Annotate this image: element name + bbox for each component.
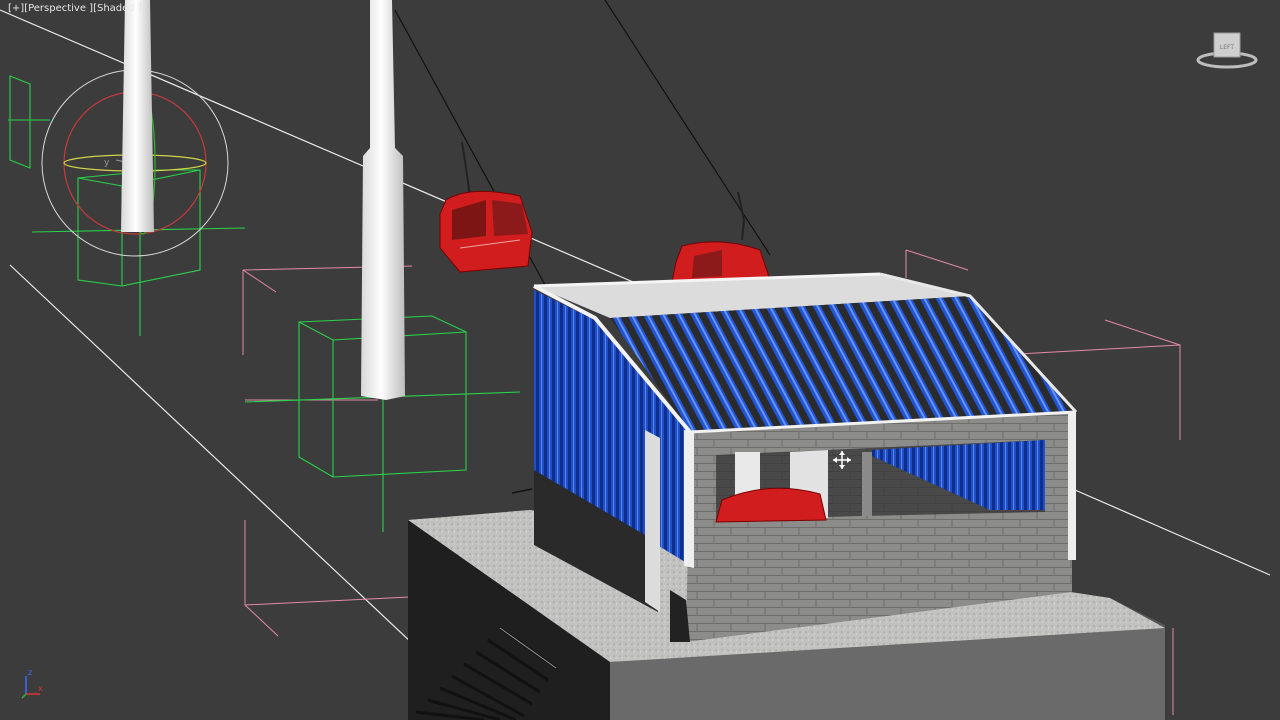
- gizmo-y-label: y: [104, 158, 110, 168]
- axis-x-label: x: [38, 684, 43, 693]
- bbox-bracket-3: [905, 249, 969, 278]
- station-building: [533, 272, 1078, 642]
- cable-line-upper: [0, 9, 641, 286]
- axis-z-label: z: [28, 668, 32, 677]
- viewport-menu-button[interactable]: [+]: [8, 3, 24, 14]
- cable-line-right: [1074, 489, 1271, 576]
- bbox-bracket-2: [244, 399, 411, 637]
- viewport-view-button[interactable]: [Perspective ]: [24, 3, 93, 14]
- gondola-cabin-right: [671, 191, 771, 283]
- viewport-shading-button[interactable]: [Shaded ]: [93, 3, 142, 14]
- perspective-viewport[interactable]: z y x: [0, 0, 1280, 720]
- viewcube-face-label: LEFT: [1220, 44, 1234, 51]
- move-cursor-icon: [833, 451, 851, 469]
- support-pole-middle: [361, 0, 405, 400]
- viewport-label[interactable]: [+][Perspective ][Shaded ]: [8, 2, 142, 15]
- axis-tripod-icon: z x: [21, 668, 43, 699]
- scene-canvas[interactable]: z y x: [0, 0, 1280, 720]
- haul-rope-right: [604, 0, 771, 256]
- support-pole-left: [121, 0, 154, 232]
- helper-box-left: [8, 75, 50, 169]
- viewcube-widget[interactable]: LEFT: [1196, 30, 1258, 70]
- gondola-cabin-left: [439, 141, 533, 273]
